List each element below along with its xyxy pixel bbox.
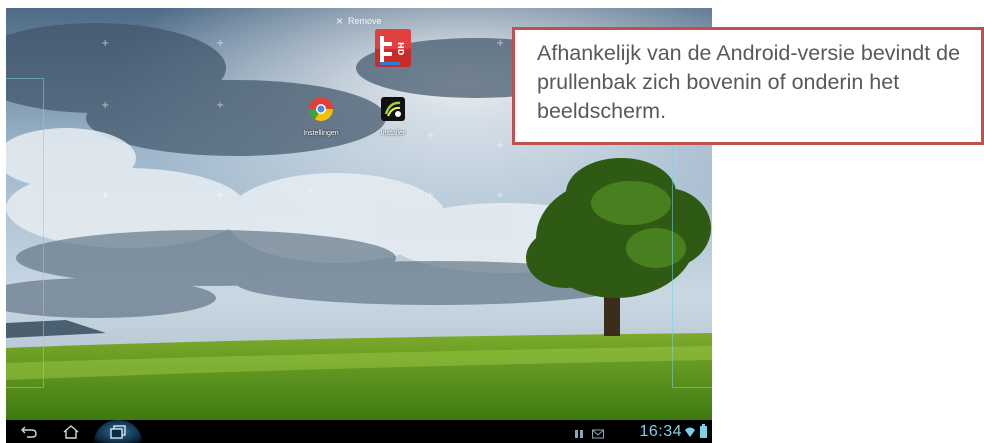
svg-text:+: + — [216, 38, 224, 49]
battery-icon — [700, 424, 707, 443]
status-clock[interactable]: 16:34 — [639, 423, 682, 441]
svg-text:+: + — [306, 185, 314, 196]
close-icon: × — [336, 14, 344, 28]
explanation-callout: Afhankelijk van de Android-versie bevind… — [512, 27, 984, 145]
app-shortcut-installer[interactable]: Installer — [358, 96, 428, 137]
chrome-pie-icon — [309, 97, 333, 122]
home-button[interactable] — [56, 420, 86, 443]
app-shortcut-instellingen[interactable]: Instellingen — [286, 96, 356, 137]
mail-icon[interactable] — [592, 426, 604, 443]
remove-label: Remove — [348, 16, 382, 26]
callout-text: Afhankelijk van de Android-versie bevind… — [537, 41, 961, 123]
back-button[interactable] — [14, 420, 44, 443]
app-label: Instellingen — [303, 130, 339, 137]
svg-text:+: + — [496, 140, 504, 151]
svg-text:HD: HD — [396, 42, 405, 56]
svg-text:+: + — [496, 38, 504, 49]
hd-app-icon[interactable]: HD — [374, 28, 412, 68]
notification-icon[interactable] — [574, 426, 584, 443]
svg-text:+: + — [101, 100, 109, 111]
svg-text:+: + — [496, 190, 504, 201]
svg-text:+: + — [216, 100, 224, 111]
svg-text:+: + — [426, 190, 434, 201]
svg-text:+: + — [101, 190, 109, 201]
left-page-indicator — [6, 78, 44, 388]
app-label: Installer — [380, 130, 406, 137]
system-navigation-bar: 16:34 — [6, 420, 712, 443]
home-icon — [63, 424, 79, 439]
svg-text:+: + — [101, 38, 109, 49]
svg-text:+: + — [216, 190, 224, 201]
wifi-icon — [684, 425, 696, 443]
recent-apps-icon — [110, 424, 126, 439]
remove-drop-zone[interactable]: × Remove — [336, 14, 382, 28]
recent-apps-button[interactable] — [94, 420, 142, 443]
back-icon — [21, 426, 37, 438]
package-installer-icon — [381, 97, 405, 121]
